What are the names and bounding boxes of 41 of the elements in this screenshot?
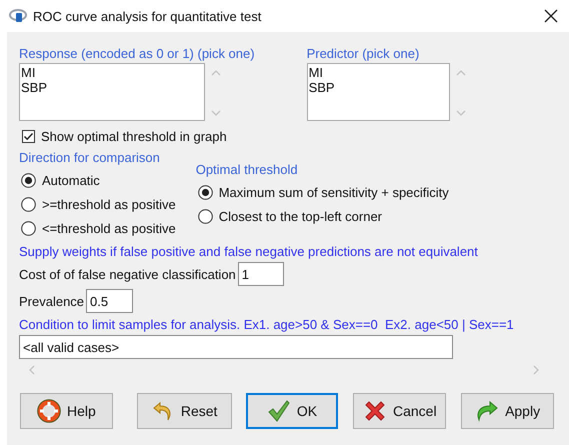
apply-button[interactable]: Apply — [461, 393, 554, 429]
list-item[interactable]: MI — [21, 65, 203, 80]
checkbox[interactable] — [22, 130, 35, 143]
list-box[interactable]: MI SBP — [19, 63, 205, 121]
list-label: Predictor (pick one) — [306, 46, 420, 61]
reset-button[interactable]: Reset — [136, 393, 232, 429]
radio-label: Automatic — [42, 172, 100, 188]
list-box[interactable]: MI SBP — [306, 63, 450, 121]
app-logo-icon — [9, 9, 27, 23]
group-label: Optimal threshold — [196, 162, 299, 177]
input-field[interactable]: 0.5 — [86, 289, 134, 313]
ok-button[interactable]: OK — [246, 393, 338, 429]
radio-label: <=threshold as positive — [42, 220, 176, 236]
radio-label: >=threshold as positive — [42, 196, 176, 212]
radio-label: Maximum sum of sensitivity + specificity — [218, 184, 449, 200]
checkbox-label: Show optimal threshold in graph — [41, 129, 227, 144]
radio-button[interactable] — [198, 184, 213, 200]
radio-button[interactable] — [21, 196, 36, 212]
cancel-button[interactable]: Cancel — [353, 393, 446, 429]
list-item[interactable]: MI — [308, 65, 448, 80]
help-button[interactable]: Help — [20, 393, 113, 429]
cross-icon — [362, 399, 387, 423]
field-label: Prevalence — [19, 294, 84, 308]
list-label: Response (encoded as 0 or 1) (pick one) — [19, 46, 255, 61]
radio-label: Closest to the top-left corner — [218, 208, 382, 224]
lifebuoy-icon — [37, 399, 61, 423]
group-label: Direction for comparison — [19, 150, 161, 165]
list-item[interactable]: SBP — [21, 80, 203, 95]
window-title: ROC curve analysis for quantitative test — [33, 8, 262, 24]
checkmark-icon — [266, 399, 291, 423]
list-item[interactable]: SBP — [308, 80, 448, 95]
info-text: Supply weights if false positive and false negative predictions are not equivalent — [19, 244, 479, 259]
radio-button[interactable] — [198, 208, 213, 224]
info-text: Condition to limit samples for analysis. Ex1. age>50 & Sex==0 Ex2. age<50 | Sex==1 — [19, 317, 515, 332]
radio-button[interactable] — [21, 220, 36, 236]
input-field[interactable]: 1 — [238, 262, 284, 286]
close-icon[interactable] — [544, 9, 558, 23]
radio-button[interactable] — [21, 172, 36, 188]
redo-arrow-icon — [475, 399, 500, 423]
field-label: Cost of of false negative classification — [19, 266, 236, 282]
input-field[interactable]: <all valid cases> — [19, 335, 453, 359]
